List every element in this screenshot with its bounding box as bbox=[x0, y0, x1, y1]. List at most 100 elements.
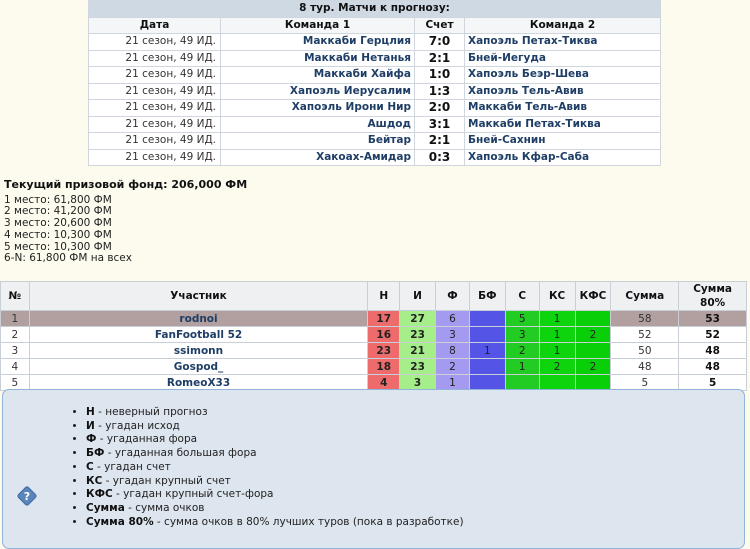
legend-term: БФ bbox=[86, 447, 105, 460]
match-team1[interactable]: Хапоэль Иерусалим bbox=[220, 82, 415, 100]
row-number: 3 bbox=[0, 342, 30, 359]
col-date: Дата bbox=[88, 16, 221, 34]
match-score: 2:1 bbox=[414, 49, 465, 67]
legend-item: БФ - угаданная большая фора bbox=[86, 447, 464, 461]
prize-title: Текущий призовой фонд: 206,000 ФМ bbox=[4, 178, 248, 191]
participant-name[interactable]: ssimonn bbox=[28, 342, 369, 359]
col-outcome[interactable]: И bbox=[399, 281, 437, 311]
match-team2[interactable]: Бней-Иегуда bbox=[463, 49, 662, 67]
legend-item: И - угадан исход bbox=[86, 420, 464, 434]
participant-name[interactable]: Gospod_ bbox=[28, 358, 369, 375]
legend-item: КС - угадан крупный счет bbox=[86, 475, 464, 489]
match-row: 21 сезон, 49 ИД. Хапоэль Иерусалим 1:3 Хапо… bbox=[88, 82, 662, 100]
legend-desc: - угадан крупный счет bbox=[102, 474, 231, 487]
match-date: 21 сезон, 49 ИД. bbox=[88, 148, 221, 166]
legend-term: КС bbox=[86, 474, 103, 487]
row-number: 2 bbox=[0, 326, 30, 343]
match-score: 7:0 bbox=[414, 33, 465, 51]
standings-panel: № Участник Н И Ф БФ С КС КФС Сумма Сумма… bbox=[0, 281, 747, 391]
cell-big-handicap: 1 bbox=[468, 342, 506, 359]
cell-big-score-handicap bbox=[574, 342, 612, 359]
match-date: 21 сезон, 49 ИД. bbox=[88, 115, 221, 133]
legend-term: КФС bbox=[86, 488, 113, 501]
col-handicap[interactable]: Ф bbox=[435, 281, 470, 311]
cell-outcome: 21 bbox=[399, 342, 437, 359]
cell-wrong: 23 bbox=[367, 342, 401, 359]
standings-row: 3 ssimonn 23 21 8 1 2 1 50 48 bbox=[0, 342, 747, 359]
cell-sum: 52 bbox=[610, 326, 680, 343]
help-question-icon[interactable]: ? bbox=[17, 486, 37, 506]
col-team2: Команда 2 bbox=[463, 16, 662, 34]
legend-item: С - угадан счет bbox=[86, 461, 464, 475]
cell-big-handicap bbox=[468, 326, 506, 343]
col-number[interactable]: № bbox=[0, 281, 30, 311]
match-team1[interactable]: Маккаби Хайфа bbox=[220, 66, 415, 84]
match-team2[interactable]: Хапоэль Беэр-Шева bbox=[463, 66, 662, 84]
match-row: 21 сезон, 49 ИД. Маккаби Герцлия 7:0 Хапоэл… bbox=[88, 33, 662, 51]
col-sum-80[interactable]: Сумма 80% bbox=[678, 281, 747, 311]
col-big-score-handicap[interactable]: КФС bbox=[574, 281, 612, 311]
match-team2[interactable]: Хапоэль Кфар-Саба bbox=[463, 148, 662, 166]
cell-big-score: 1 bbox=[538, 342, 576, 359]
legend-item: Сумма 80% - сумма очков в 80% лучших тур… bbox=[86, 516, 464, 530]
match-date: 21 сезон, 49 ИД. bbox=[88, 82, 221, 100]
cell-score: 3 bbox=[504, 326, 540, 343]
matches-table: 8 тур. Матчи к прогнозу: Дата Команда 1 … bbox=[87, 0, 662, 166]
match-team1[interactable]: Ашдод bbox=[220, 115, 415, 133]
standings-row: 4 Gospod_ 18 23 2 1 2 2 48 48 bbox=[0, 358, 747, 375]
col-wrong[interactable]: Н bbox=[367, 281, 401, 311]
matches-panel: 8 тур. Матчи к прогнозу: Дата Команда 1 … bbox=[87, 0, 662, 166]
cell-sum: 48 bbox=[610, 358, 680, 375]
cell-outcome: 23 bbox=[399, 326, 437, 343]
legend-term: Сумма bbox=[86, 501, 125, 514]
match-score: 2:0 bbox=[414, 99, 465, 117]
match-team1[interactable]: Маккаби Нетанья bbox=[220, 49, 415, 67]
prize-fund: Текущий призовой фонд: 206,000 ФМ 1 мест… bbox=[4, 179, 247, 265]
col-sum[interactable]: Сумма bbox=[610, 281, 680, 311]
match-team2[interactable]: Хапоэль Петах-Тиква bbox=[463, 33, 662, 51]
col-score[interactable]: С bbox=[504, 281, 540, 311]
match-date: 21 сезон, 49 ИД. bbox=[88, 99, 221, 117]
match-date: 21 сезон, 49 ИД. bbox=[88, 33, 221, 51]
legend-term: С bbox=[86, 460, 94, 473]
legend-list: Н - неверный прогнозИ - угадан исходФ - … bbox=[72, 406, 464, 529]
match-date: 21 сезон, 49 ИД. bbox=[88, 49, 221, 67]
match-team2[interactable]: Хапоэль Тель-Авив bbox=[463, 82, 662, 100]
cell-score: 1 bbox=[504, 358, 540, 375]
col-team1: Команда 1 bbox=[220, 16, 415, 34]
legend-desc: - угаданная большая фора bbox=[104, 447, 257, 460]
match-team1[interactable]: Хапоэль Ирони Нир bbox=[220, 99, 415, 117]
col-big-handicap[interactable]: БФ bbox=[468, 281, 506, 311]
prize-line: 4 место: 10,300 ФМ bbox=[4, 228, 112, 241]
participant-name[interactable]: FanFootball 52 bbox=[28, 326, 369, 343]
match-row: 21 сезон, 49 ИД. Маккаби Хайфа 1:0 Хапоэль … bbox=[88, 66, 662, 84]
match-team1[interactable]: Хакоах-Амидар bbox=[220, 148, 415, 166]
participant-name[interactable]: rodnoi bbox=[28, 310, 369, 327]
cell-outcome: 23 bbox=[399, 358, 437, 375]
prize-line: 6-N: 61,800 ФМ на всех bbox=[4, 252, 132, 265]
col-big-score[interactable]: КС bbox=[538, 281, 576, 311]
legend-item: Н - неверный прогноз bbox=[86, 406, 464, 420]
match-team1[interactable]: Бейтар bbox=[220, 132, 415, 150]
match-team2[interactable]: Бней-Сахнин bbox=[463, 132, 662, 150]
legend-item: КФС - угадан крупный счет-фора bbox=[86, 488, 464, 502]
match-date: 21 сезон, 49 ИД. bbox=[88, 132, 221, 150]
row-number: 1 bbox=[0, 310, 30, 327]
cell-sum-80: 48 bbox=[678, 358, 747, 375]
cell-big-score-handicap: 2 bbox=[574, 326, 612, 343]
legend-desc: - угадан крупный счет-фора bbox=[112, 488, 274, 501]
legend-desc: - угадан исход bbox=[94, 419, 180, 432]
match-score: 3:1 bbox=[414, 115, 465, 133]
col-participant[interactable]: Участник bbox=[28, 281, 369, 311]
match-team1[interactable]: Маккаби Герцлия bbox=[220, 33, 415, 51]
legend-desc: - угаданная фора bbox=[96, 433, 198, 446]
cell-big-handicap bbox=[468, 310, 506, 327]
match-score: 1:3 bbox=[414, 82, 465, 100]
matches-caption: 8 тур. Матчи к прогнозу: bbox=[87, 0, 662, 18]
cell-handicap: 6 bbox=[435, 310, 470, 327]
match-row: 21 сезон, 49 ИД. Бейтар 2:1 Бней-Сахнин bbox=[88, 132, 662, 150]
match-team2[interactable]: Маккаби Петах-Тиква bbox=[463, 115, 662, 133]
match-score: 2:1 bbox=[414, 132, 465, 150]
match-team2[interactable]: Маккаби Тель-Авив bbox=[463, 99, 662, 117]
cell-handicap: 2 bbox=[435, 358, 470, 375]
